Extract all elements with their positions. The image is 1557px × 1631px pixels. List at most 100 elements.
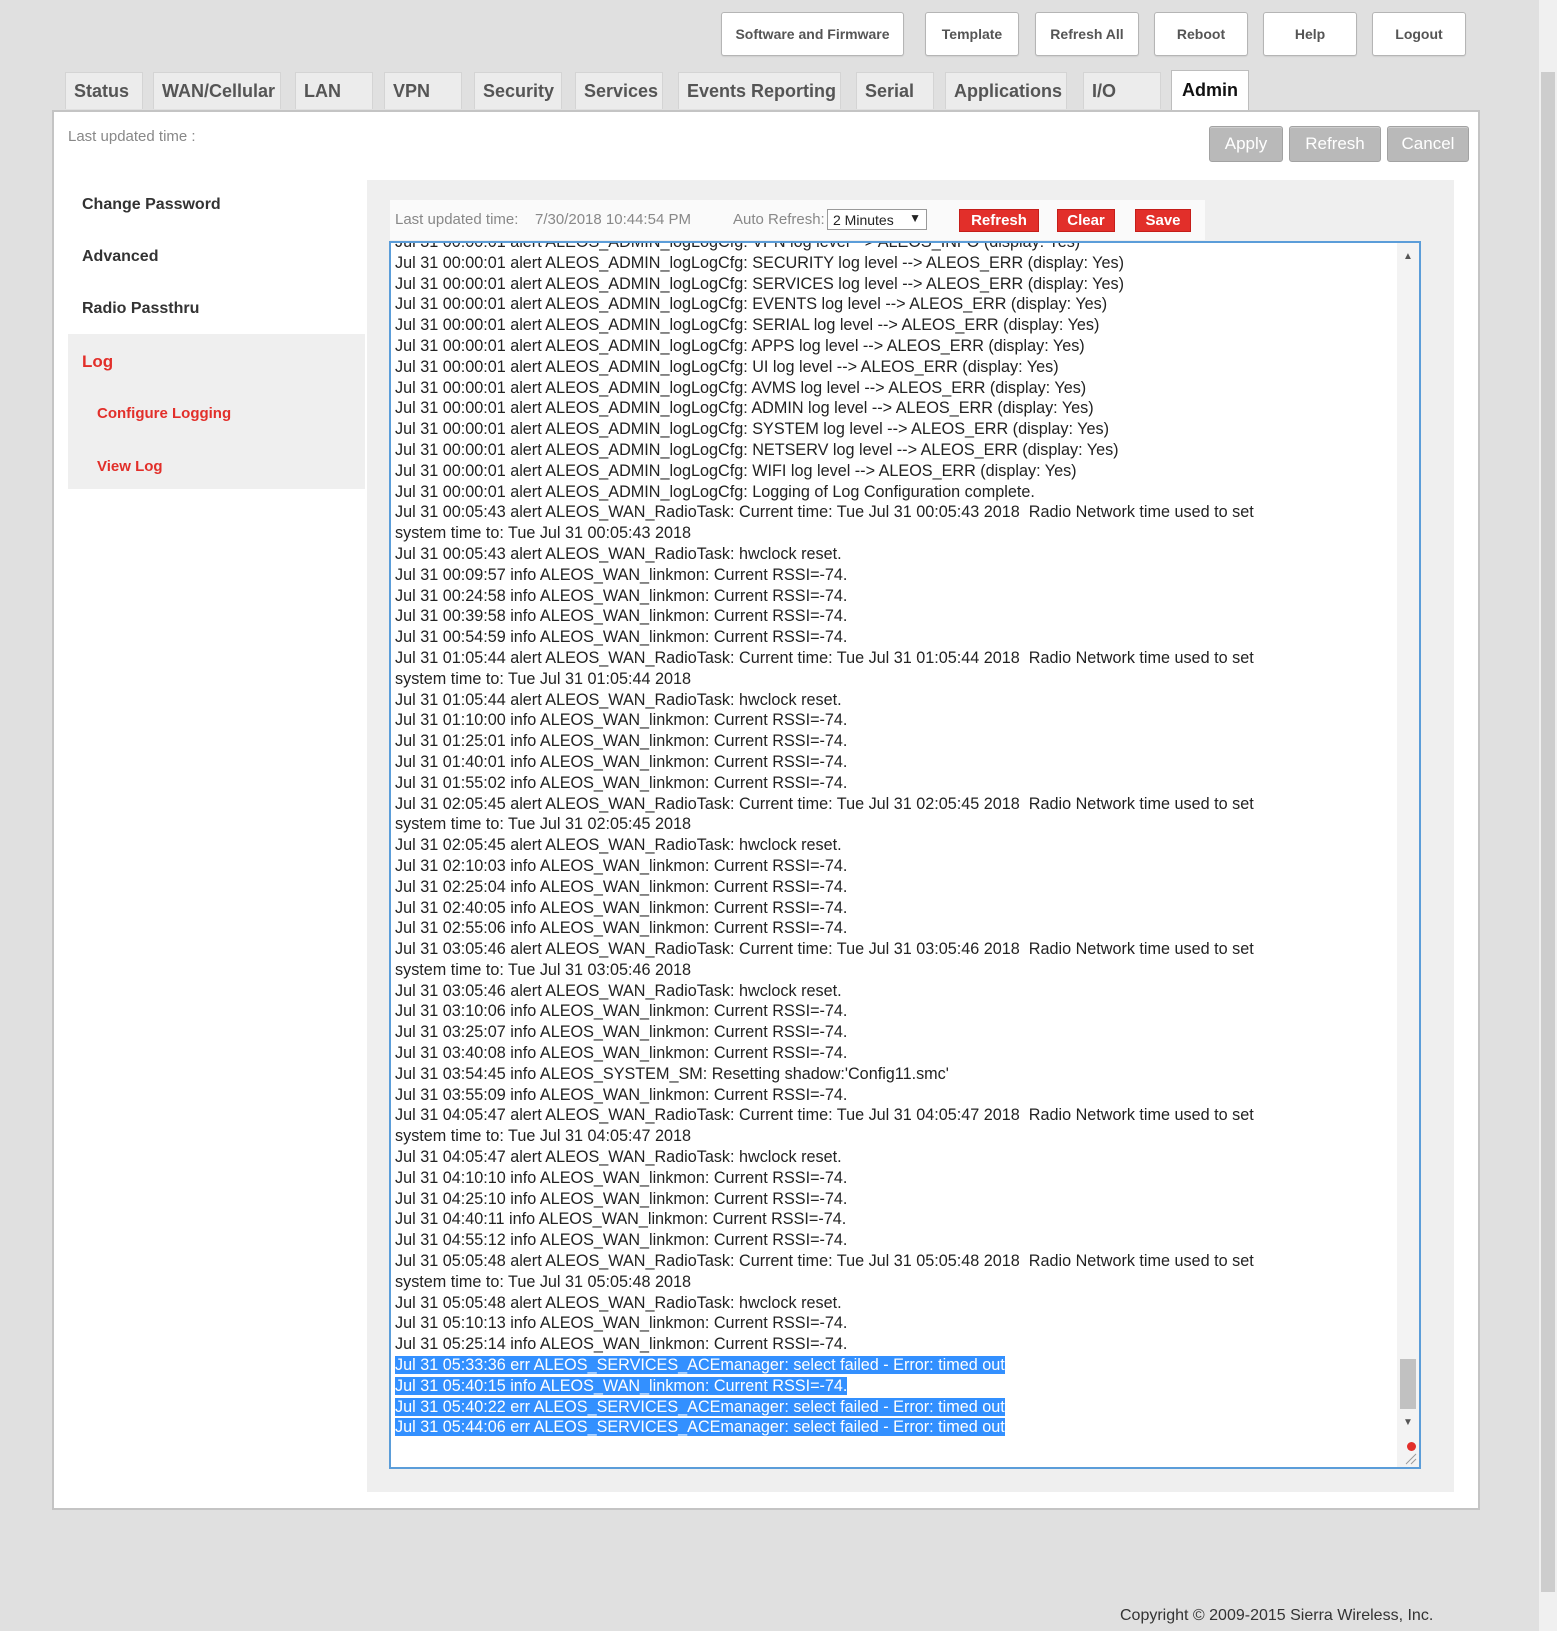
sidebar-item-view-log[interactable]: View Log [97, 458, 163, 475]
log-line: Jul 31 05:10:13 info ALEOS_WAN_linkmon: … [395, 1314, 848, 1333]
log-line: Jul 31 00:39:58 info ALEOS_WAN_linkmon: … [395, 607, 848, 626]
log-line: Jul 31 02:55:06 info ALEOS_WAN_linkmon: … [395, 919, 848, 938]
tab-lan[interactable]: LAN [295, 72, 373, 109]
auto-refresh-select[interactable]: 2 Minutes ▼ [827, 209, 927, 230]
tab-vpn[interactable]: VPN [384, 72, 462, 109]
log-line: Jul 31 00:24:58 info ALEOS_WAN_linkmon: … [395, 586, 848, 605]
sidebar-item-advanced[interactable]: Advanced [82, 248, 158, 266]
log-scroll-thumb[interactable] [1400, 1359, 1416, 1409]
tab-services[interactable]: Services [575, 72, 663, 109]
sidebar-item-change-password[interactable]: Change Password [82, 196, 221, 214]
log-line: Jul 31 03:05:46 alert ALEOS_WAN_RadioTas… [395, 940, 1254, 959]
log-line: Jul 31 04:05:47 alert ALEOS_WAN_RadioTas… [395, 1148, 842, 1167]
log-line: Jul 31 00:00:01 alert ALEOS_ADMIN_logLog… [395, 461, 1077, 480]
log-line: Jul 31 03:40:08 info ALEOS_WAN_linkmon: … [395, 1044, 848, 1063]
tab-applications[interactable]: Applications [945, 72, 1067, 109]
page-scrollbar[interactable] [1539, 0, 1557, 1631]
sidebar-item-log[interactable]: Log [82, 352, 113, 372]
log-textarea[interactable]: Jul 31 00:00:01 alert ALEOS_ADMIN_logLog… [389, 241, 1421, 1469]
tab-events-reporting[interactable]: Events Reporting [678, 72, 841, 109]
log-line: Jul 31 00:00:01 alert ALEOS_ADMIN_logLog… [395, 241, 1081, 251]
log-line-selected: Jul 31 05:40:22 err ALEOS_SERVICES_ACEma… [395, 1397, 1398, 1418]
log-lines: Jul 31 00:00:01 alert ALEOS_ADMIN_logLog… [395, 241, 1398, 1438]
tab-serial[interactable]: Serial [856, 72, 934, 109]
log-last-updated-label: Last updated time: [395, 211, 519, 228]
log-line-selected: Jul 31 05:33:36 err ALEOS_SERVICES_ACEma… [395, 1355, 1398, 1376]
log-line: Jul 31 03:25:07 info ALEOS_WAN_linkmon: … [395, 1023, 848, 1042]
log-line: Jul 31 03:05:46 alert ALEOS_WAN_RadioTas… [395, 981, 842, 1000]
log-line: Jul 31 00:00:01 alert ALEOS_ADMIN_logLog… [395, 295, 1108, 314]
admin-panel: Last updated time : Apply Refresh Cancel… [52, 110, 1480, 1510]
copyright-text: Copyright © 2009-2015 Sierra Wireless, I… [1120, 1607, 1434, 1624]
tab-security[interactable]: Security [474, 72, 562, 109]
log-line-selected: Jul 31 05:44:06 err ALEOS_SERVICES_ACEma… [395, 1417, 1398, 1438]
tab-io[interactable]: I/O [1083, 72, 1161, 109]
reboot-button[interactable]: Reboot [1154, 12, 1248, 56]
sidebar-item-radio-passthru[interactable]: Radio Passthru [82, 300, 199, 318]
log-line: system time to: Tue Jul 31 04:05:47 2018 [395, 1127, 692, 1146]
tab-admin[interactable]: Admin [1171, 70, 1249, 110]
dropdown-arrow-icon: ▼ [909, 211, 921, 225]
log-line: Jul 31 02:25:04 info ALEOS_WAN_linkmon: … [395, 877, 848, 896]
log-refresh-button[interactable]: Refresh [959, 209, 1039, 232]
log-line: Jul 31 05:05:48 alert ALEOS_WAN_RadioTas… [395, 1252, 1254, 1271]
page-scroll-thumb[interactable] [1541, 72, 1555, 1592]
notification-dot-icon [1407, 1442, 1416, 1451]
selected-text: Jul 31 05:44:06 err ALEOS_SERVICES_ACEma… [395, 1418, 1005, 1437]
log-line: Jul 31 00:00:01 alert ALEOS_ADMIN_logLog… [395, 378, 1087, 397]
log-line: Jul 31 05:05:48 alert ALEOS_WAN_RadioTas… [395, 1293, 842, 1312]
sidebar-item-configure-logging[interactable]: Configure Logging [97, 405, 231, 422]
tab-wan-cellular[interactable]: WAN/Cellular [153, 72, 281, 109]
selected-text: Jul 31 05:40:22 err ALEOS_SERVICES_ACEma… [395, 1397, 1005, 1416]
log-line: Jul 31 01:05:44 alert ALEOS_WAN_RadioTas… [395, 690, 842, 709]
cancel-button[interactable]: Cancel [1387, 126, 1469, 162]
log-line: Jul 31 03:55:09 info ALEOS_WAN_linkmon: … [395, 1085, 848, 1104]
auto-refresh-value: 2 Minutes [833, 211, 894, 228]
log-line: Jul 31 00:09:57 info ALEOS_WAN_linkmon: … [395, 565, 848, 584]
software-firmware-button[interactable]: Software and Firmware [721, 12, 904, 56]
tab-status[interactable]: Status [65, 72, 143, 109]
log-line: Jul 31 00:00:01 alert ALEOS_ADMIN_logLog… [395, 316, 1100, 335]
scroll-down-icon[interactable]: ▼ [1397, 1411, 1419, 1433]
refresh-button[interactable]: Refresh [1289, 126, 1381, 162]
log-line: system time to: Tue Jul 31 02:05:45 2018 [395, 815, 692, 834]
log-line: Jul 31 01:10:00 info ALEOS_WAN_linkmon: … [395, 711, 848, 730]
log-scrollbar[interactable]: ▲ ▼ [1397, 243, 1419, 1467]
log-last-updated-value: 7/30/2018 10:44:54 PM [535, 211, 691, 228]
log-line: Jul 31 00:05:43 alert ALEOS_WAN_RadioTas… [395, 503, 1254, 522]
logout-button[interactable]: Logout [1372, 12, 1466, 56]
log-line: Jul 31 00:00:01 alert ALEOS_ADMIN_logLog… [395, 420, 1109, 439]
log-clear-button[interactable]: Clear [1057, 209, 1115, 232]
view-log-content: Last updated time: 7/30/2018 10:44:54 PM… [367, 180, 1454, 1492]
log-line: Jul 31 00:54:59 info ALEOS_WAN_linkmon: … [395, 628, 848, 647]
resize-grip-icon[interactable] [1403, 1451, 1417, 1465]
log-line: Jul 31 00:00:01 alert ALEOS_ADMIN_logLog… [395, 274, 1124, 293]
scroll-up-icon[interactable]: ▲ [1397, 245, 1419, 267]
refresh-all-button[interactable]: Refresh All [1035, 12, 1139, 56]
log-line: system time to: Tue Jul 31 01:05:44 2018 [395, 669, 692, 688]
log-line: Jul 31 04:25:10 info ALEOS_WAN_linkmon: … [395, 1189, 848, 1208]
log-line: Jul 31 03:54:45 info ALEOS_SYSTEM_SM: Re… [395, 1064, 949, 1083]
apply-button[interactable]: Apply [1209, 126, 1283, 162]
help-button[interactable]: Help [1263, 12, 1357, 56]
log-line: Jul 31 02:05:45 alert ALEOS_WAN_RadioTas… [395, 836, 842, 855]
log-line: Jul 31 00:00:01 alert ALEOS_ADMIN_logLog… [395, 399, 1094, 418]
log-line: Jul 31 02:10:03 info ALEOS_WAN_linkmon: … [395, 856, 848, 875]
log-line: system time to: Tue Jul 31 00:05:43 2018 [395, 524, 692, 543]
log-line: Jul 31 05:25:14 info ALEOS_WAN_linkmon: … [395, 1335, 848, 1354]
log-line: system time to: Tue Jul 31 05:05:48 2018 [395, 1272, 692, 1291]
log-line: Jul 31 02:40:05 info ALEOS_WAN_linkmon: … [395, 898, 848, 917]
log-line: Jul 31 04:05:47 alert ALEOS_WAN_RadioTas… [395, 1106, 1254, 1125]
log-line: Jul 31 00:05:43 alert ALEOS_WAN_RadioTas… [395, 544, 842, 563]
log-line: Jul 31 01:05:44 alert ALEOS_WAN_RadioTas… [395, 648, 1254, 667]
log-line: Jul 31 01:55:02 info ALEOS_WAN_linkmon: … [395, 773, 848, 792]
log-line: Jul 31 00:00:01 alert ALEOS_ADMIN_logLog… [395, 357, 1059, 376]
log-line: Jul 31 01:40:01 info ALEOS_WAN_linkmon: … [395, 752, 848, 771]
log-save-button[interactable]: Save [1135, 209, 1191, 232]
log-line: Jul 31 04:40:11 info ALEOS_WAN_linkmon: … [395, 1210, 847, 1229]
log-line-selected: Jul 31 05:40:15 info ALEOS_WAN_linkmon: … [395, 1376, 1398, 1397]
auto-refresh-label: Auto Refresh: [733, 211, 825, 228]
log-line: system time to: Tue Jul 31 03:05:46 2018 [395, 960, 692, 979]
selected-text: Jul 31 05:40:15 info ALEOS_WAN_linkmon: … [395, 1376, 848, 1395]
template-button[interactable]: Template [925, 12, 1019, 56]
